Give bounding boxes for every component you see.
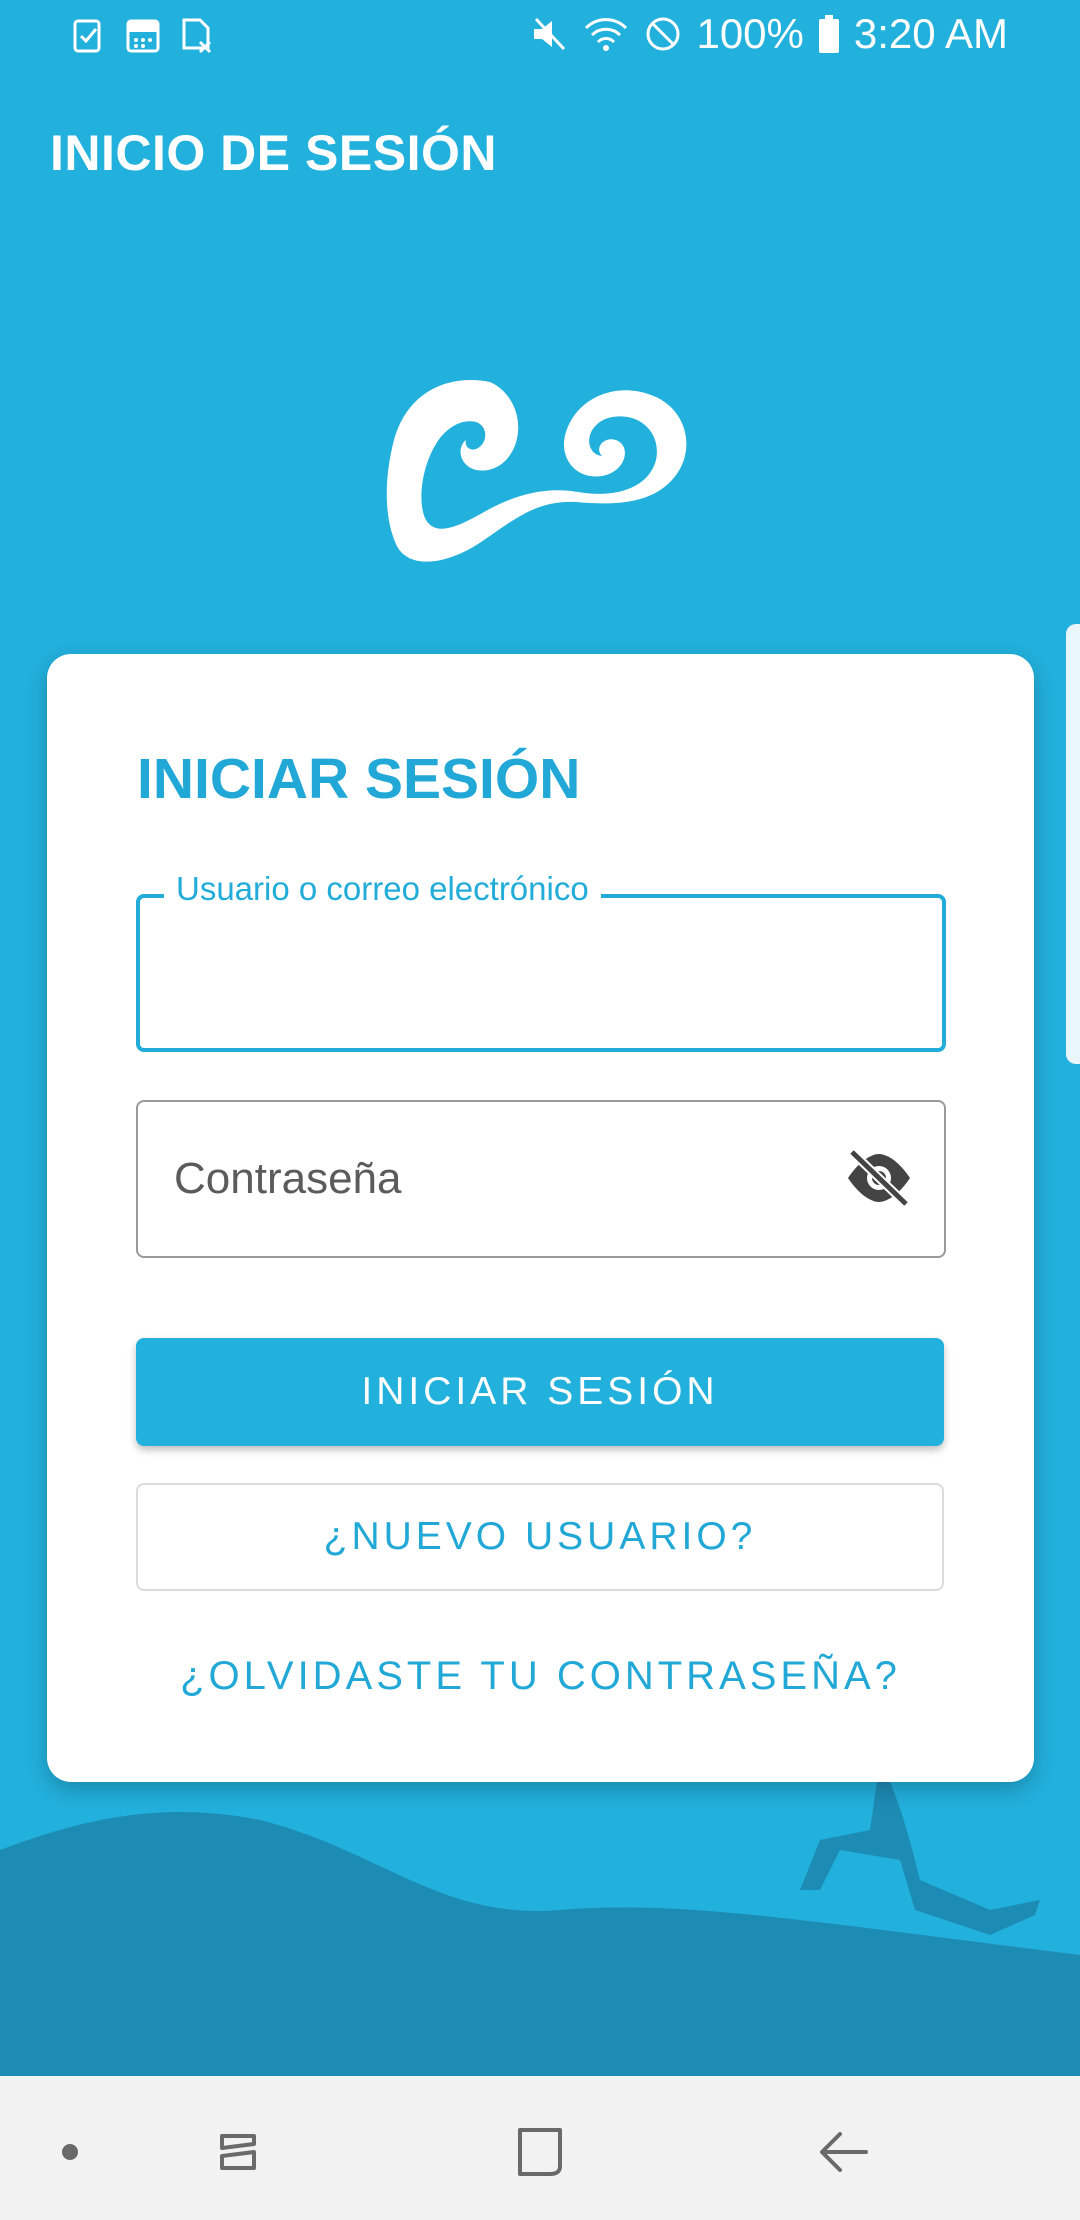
login-card: INICIAR SESIÓN Usuario o correo electrón… (47, 654, 1034, 1782)
do-not-disturb-icon (646, 17, 680, 51)
home-icon[interactable] (500, 2112, 580, 2192)
sim-off-icon (182, 18, 212, 54)
username-label: Usuario o correo electrónico (164, 870, 601, 908)
username-input[interactable] (170, 938, 914, 1010)
recent-apps-icon[interactable] (198, 2112, 278, 2192)
password-placeholder: Contraseña (174, 1154, 402, 1203)
clipboard-check-icon (73, 19, 101, 53)
username-field[interactable]: Usuario o correo electrónico (136, 870, 946, 1052)
login-title: INICIAR SESIÓN (137, 747, 581, 811)
hills-background (0, 1760, 1080, 2080)
eye-off-icon[interactable] (844, 1148, 914, 1208)
mute-icon (534, 17, 566, 51)
scroll-indicator (1066, 624, 1080, 1064)
clock: 3:20 AM (853, 10, 1008, 57)
battery-text: 100% (696, 10, 804, 57)
back-icon[interactable] (804, 2112, 884, 2192)
battery-icon (818, 15, 839, 53)
page-title: INICIO DE SESIÓN (50, 125, 497, 181)
login-screen: 100% 3:20 AM INICIO DE SESIÓN INICIAR SE… (0, 0, 1080, 2220)
register-button[interactable]: ¿NUEVO USUARIO? (136, 1483, 944, 1591)
wifi-icon (585, 18, 628, 51)
calendar-icon (126, 19, 160, 53)
navigation-bar (0, 2076, 1080, 2220)
login-button[interactable]: INICIAR SESIÓN (136, 1338, 944, 1446)
app-logo (386, 380, 687, 562)
runner-illustration (800, 1760, 1040, 1935)
password-field[interactable]: Contraseña (136, 1100, 946, 1258)
forgot-password-link[interactable]: ¿OLVIDASTE TU CONTRASEÑA? (47, 1654, 1034, 1699)
dot-icon[interactable] (30, 2112, 110, 2192)
status-bar: 100% 3:20 AM (0, 0, 1080, 74)
